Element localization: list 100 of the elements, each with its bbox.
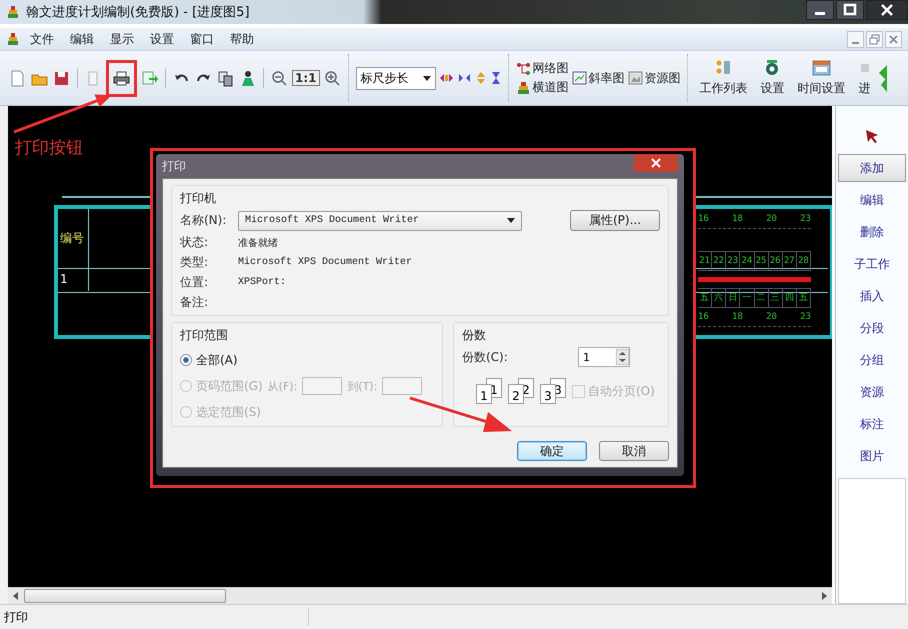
caret-icon	[507, 218, 515, 223]
scale-label: 20	[766, 311, 777, 324]
group-title: 份数	[462, 327, 487, 344]
side-panel-button[interactable]: 删除	[838, 218, 906, 246]
bar-chart-icon	[516, 80, 530, 94]
side-panel-button[interactable]: 图片	[838, 442, 906, 470]
calendar-icon	[812, 59, 831, 77]
dialog-button[interactable]: 确定	[517, 441, 587, 461]
horizontal-scrollbar[interactable]	[8, 587, 832, 604]
side-panel-button[interactable]: 子工作	[838, 250, 906, 278]
line-chart-icon	[572, 71, 586, 85]
table-cell: 1	[60, 272, 68, 286]
field-value: Microsoft XPS Document Writer	[238, 257, 412, 268]
scale-label: 23	[800, 311, 811, 324]
side-panel-button[interactable]: 插入	[838, 282, 906, 310]
printer-dropdown[interactable]: Microsoft XPS Document Writer	[238, 210, 522, 230]
input-field[interactable]	[302, 377, 342, 395]
toolbar-button[interactable]: 设置	[756, 59, 790, 97]
weekday-label: 五	[796, 289, 811, 307]
spin-arrows-icon[interactable]	[616, 349, 629, 365]
field-label: 从(F):	[268, 378, 298, 394]
field-value: 准备就绪	[238, 236, 278, 250]
page-number: 3	[540, 384, 556, 404]
scale-label: 18	[732, 213, 743, 226]
field-label: 位置:	[180, 274, 210, 291]
day-label: 23	[726, 252, 740, 270]
close-icon[interactable]	[866, 0, 908, 20]
side-panel-button[interactable]: 分组	[838, 346, 906, 374]
radio-button[interactable]: 全部(A)	[180, 352, 238, 368]
group-title: 打印范围	[180, 327, 229, 344]
view-button[interactable]: 斜率图	[572, 70, 624, 86]
export-icon[interactable]	[140, 68, 159, 88]
weekday-label: 一	[740, 289, 754, 307]
day-label: 22	[712, 252, 726, 270]
hourglass-icon[interactable]	[490, 71, 502, 85]
expand-arrows-icon[interactable]	[438, 71, 454, 85]
field-label: 到(T):	[347, 378, 378, 394]
printer-icon[interactable]	[112, 68, 131, 88]
menu-item[interactable]: 帮助	[224, 30, 260, 48]
field-label: 份数(C):	[462, 348, 508, 366]
group-title: 打印机	[180, 190, 217, 207]
copy-icon[interactable]	[216, 68, 235, 88]
field-label: 名称(N):	[180, 212, 228, 229]
side-panel-button[interactable]: 编辑	[838, 186, 906, 214]
network-diagram-icon	[516, 62, 530, 76]
day-label: 25	[754, 252, 769, 270]
caret-icon	[422, 76, 430, 80]
view-button[interactable]: 资源图	[628, 70, 680, 86]
toolbar-button[interactable]: 进	[854, 59, 876, 97]
dialog-title: 打印	[162, 158, 186, 174]
menu-item[interactable]: 设置	[144, 30, 180, 48]
menu-item[interactable]: 窗口	[184, 30, 220, 48]
field-label: 状态:	[180, 234, 210, 251]
scale-label: 16	[698, 311, 709, 324]
pointer-icon[interactable]	[865, 129, 879, 143]
window-title: 翰文进度计划编制(免费版) - [进度图5]	[26, 4, 250, 21]
day-label: 21	[698, 252, 712, 270]
annotation-label: 打印按钮	[15, 137, 83, 159]
weekday-label: 日	[726, 289, 740, 307]
menu-item[interactable]: 文件	[24, 30, 60, 48]
side-panel-button[interactable]: 分段	[838, 314, 906, 342]
page-number: 1	[476, 384, 492, 404]
ruler-dropdown[interactable]: 标尺步长	[356, 66, 436, 90]
app-logo-icon	[6, 32, 20, 46]
copies-spinner[interactable]: 1	[578, 347, 630, 367]
restore-icon[interactable]	[866, 30, 883, 48]
zoom-in-icon[interactable]	[322, 68, 342, 88]
chevron-icon	[876, 63, 886, 93]
page-number: 2	[508, 384, 524, 404]
picture-icon	[628, 71, 642, 85]
view-button[interactable]: 网络图	[516, 60, 568, 77]
day-label: 28	[796, 252, 811, 270]
scroll-thumb[interactable]	[24, 589, 226, 603]
weekday-label: 六	[712, 289, 726, 307]
weekday-label: 四	[782, 289, 797, 307]
maximize-icon[interactable]	[836, 0, 864, 20]
side-panel-button[interactable]: 标注	[838, 410, 906, 438]
weekday-label: 三	[768, 289, 783, 307]
menu-item[interactable]: 显示	[104, 30, 140, 48]
zoom-out-icon[interactable]	[270, 68, 289, 88]
actual-size-button[interactable]: 1:1	[292, 70, 320, 86]
status-text: 打印	[3, 608, 29, 626]
table-header: 编号	[60, 230, 84, 247]
scale-label: 20	[766, 213, 777, 226]
side-panel-button[interactable]: 添加	[838, 154, 906, 182]
input-field[interactable]	[382, 377, 422, 395]
toolbar-button[interactable]: 工作列表	[694, 59, 752, 97]
day-label: 26	[768, 252, 783, 270]
minimize-icon[interactable]	[806, 0, 834, 20]
dialog-button[interactable]: 取消	[599, 441, 669, 461]
properties-button[interactable]: 属性(P)...	[570, 210, 660, 231]
menu-item[interactable]: 编辑	[64, 30, 100, 48]
app-logo-icon	[6, 5, 20, 19]
view-button[interactable]: 横道图	[516, 79, 568, 96]
day-label: 27	[782, 252, 797, 270]
weekday-label: 五	[698, 289, 712, 307]
collapse-arrows-icon[interactable]	[456, 71, 472, 85]
side-panel-button[interactable]: 资源	[838, 378, 906, 406]
list-icon	[714, 59, 733, 77]
toolbar-button[interactable]: 时间设置	[792, 59, 850, 97]
